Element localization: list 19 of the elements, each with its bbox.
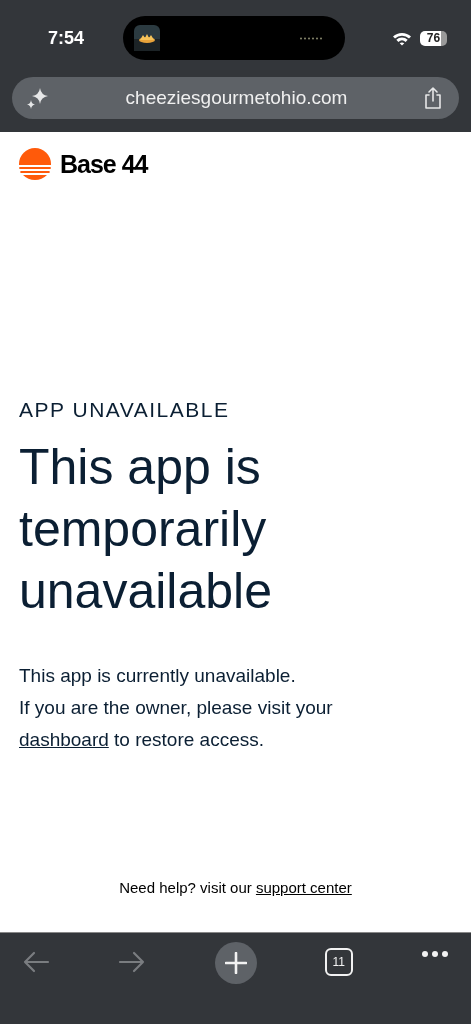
new-tab-button[interactable] bbox=[214, 942, 257, 984]
help-text: Need help? visit our support center bbox=[118, 879, 353, 896]
status-time: 7:54 bbox=[48, 27, 86, 49]
battery-indicator: 76 bbox=[420, 30, 447, 46]
logo-icon bbox=[19, 148, 51, 180]
url-text: cheeziesgourmetohio.com bbox=[125, 87, 348, 109]
address-bar[interactable]: cheeziesgourmetohio.com bbox=[12, 77, 459, 119]
tabs-button[interactable]: 11 bbox=[324, 948, 353, 976]
message-paragraph: This app is currently unavailable. If you are the owner, please visit your dashboard to restore access. bbox=[19, 664, 334, 752]
page-heading: This app is temporarily unavailable bbox=[19, 438, 273, 621]
dashboard-link[interactable]: dashboard bbox=[19, 729, 109, 750]
plus-icon bbox=[224, 952, 247, 974]
more-icon[interactable] bbox=[421, 950, 449, 958]
activity-dots-icon bbox=[299, 36, 323, 40]
support-link[interactable]: support center bbox=[255, 879, 352, 896]
wifi-icon bbox=[392, 30, 412, 46]
eyebrow-label: APP UNAVAILABLE bbox=[19, 398, 231, 422]
share-icon[interactable] bbox=[423, 86, 443, 110]
brand-name: Base 44 bbox=[60, 149, 148, 179]
